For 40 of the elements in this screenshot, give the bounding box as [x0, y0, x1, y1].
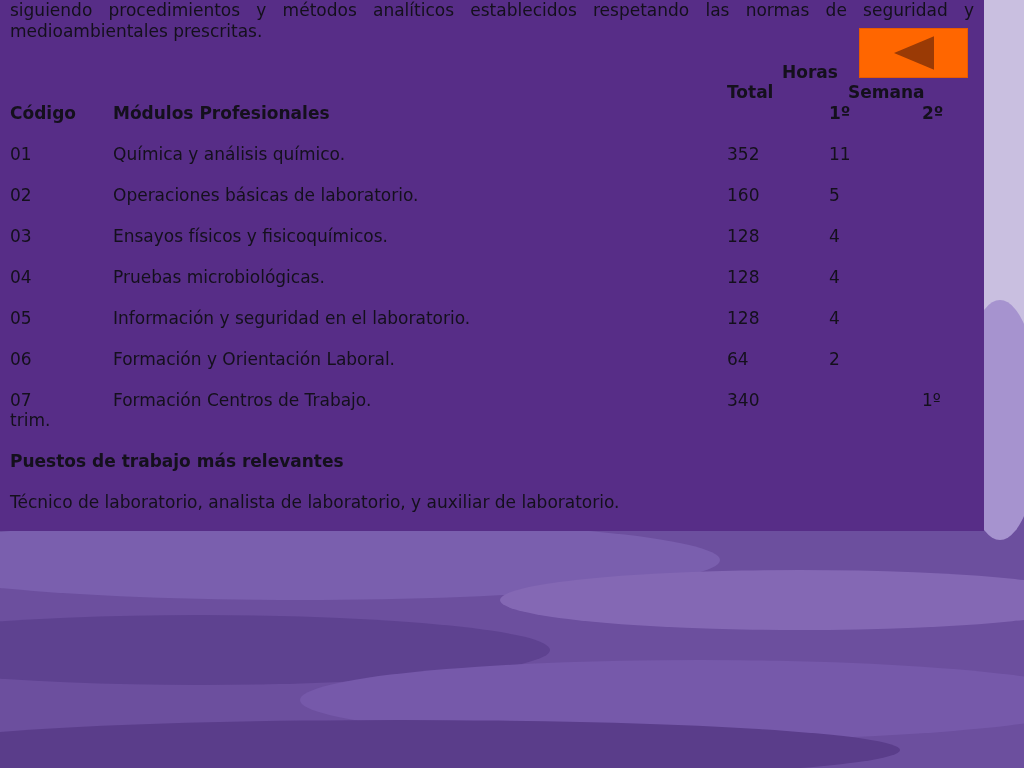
table-cell-text: Operaciones básicas de laboratorio.	[113, 184, 420, 205]
table-cell-text: Ensayos físicos y fisicoquímicos.	[113, 225, 389, 246]
table-cell-text: 340	[727, 389, 761, 410]
table-cell-text: 04	[10, 266, 33, 287]
table-cell-text: 128	[727, 266, 761, 287]
body-text: Técnico de laboratorio, analista de laboratorio, y auxiliar de laboratorio.	[10, 492, 621, 513]
column-header: Total	[727, 82, 775, 103]
table-cell-text: 160	[727, 184, 761, 205]
table-cell-text: 4	[829, 307, 841, 328]
table-cell-text: 128	[727, 307, 761, 328]
table-cell-text: 02	[10, 184, 33, 205]
table-cell-text: trim.	[10, 410, 52, 431]
back-button[interactable]	[859, 28, 968, 78]
table-cell-text: Química y análisis químico.	[113, 143, 347, 164]
column-header: 2º	[922, 102, 944, 123]
table-cell-text: 05	[10, 307, 33, 328]
column-header: Semana	[848, 82, 925, 102]
table-cell-text: Información y seguridad en el laboratorio.	[113, 307, 472, 328]
table-cell-text: 352	[727, 143, 761, 164]
intro-paragraph: siguiendo procedimientos y métodos analíticos establecidos respetando las normas de seguridad y medioambientales prescritas.	[10, 0, 974, 41]
table-cell-text: Formación y Orientación Laboral.	[113, 348, 397, 369]
table-cell-text: Pruebas microbiológicas.	[113, 266, 326, 287]
table-cell-text: 03	[10, 225, 33, 246]
table-cell-text: 64	[727, 348, 750, 369]
table-cell-text: 06	[10, 348, 33, 369]
table-cell: 1º	[922, 389, 941, 410]
table-cell-text: 4	[829, 225, 841, 246]
table-cell-text: 5	[829, 184, 841, 205]
table-cell-text: 4	[829, 266, 841, 287]
table-cell-text: 128	[727, 225, 761, 246]
column-header: Código	[10, 102, 77, 123]
column-header: Horas	[782, 61, 838, 82]
table-cell-text: 01	[10, 143, 33, 164]
table-cell-text: 2	[829, 348, 841, 369]
table-cell-text: Formación Centros de Trabajo.	[113, 389, 373, 410]
column-header: Módulos Profesionales	[113, 102, 331, 123]
column-header: 1º	[829, 102, 852, 123]
section-heading: Puestos de trabajo más relevantes	[10, 451, 345, 472]
table-cell-text: 11	[829, 143, 852, 164]
table-cell-text: 07	[10, 389, 33, 410]
